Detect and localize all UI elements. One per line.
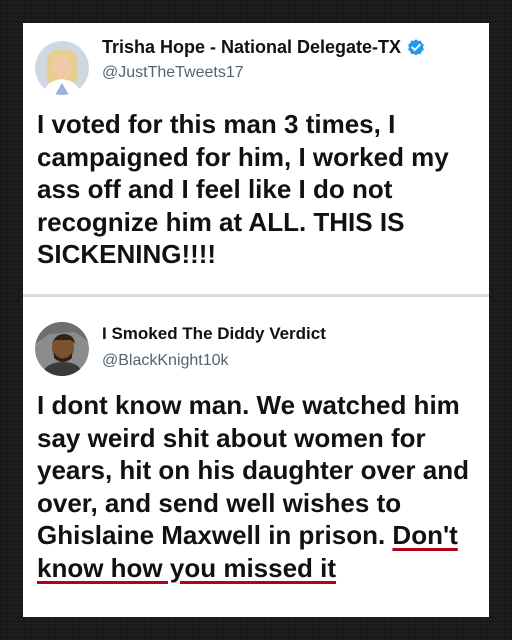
author-name-row: Trisha Hope - National Delegate-TX	[102, 37, 426, 58]
avatar[interactable]	[35, 41, 89, 95]
display-name[interactable]: Trisha Hope - National Delegate-TX	[102, 37, 401, 58]
divider	[23, 294, 489, 297]
handle[interactable]: @BlackKnight10k	[102, 352, 229, 370]
author-name-row: I Smoked The Diddy Verdict	[102, 324, 326, 344]
verified-badge-icon	[406, 38, 426, 58]
screenshot-card: Trisha Hope - National Delegate-TX @Just…	[23, 23, 489, 617]
post-text: I voted for this man 3 times, I campaign…	[37, 109, 449, 269]
avatar[interactable]	[35, 322, 89, 376]
handle[interactable]: @JustTheTweets17	[102, 64, 244, 82]
post-text: I dont know man. We watched him say weir…	[37, 389, 477, 584]
display-name[interactable]: I Smoked The Diddy Verdict	[102, 324, 326, 344]
